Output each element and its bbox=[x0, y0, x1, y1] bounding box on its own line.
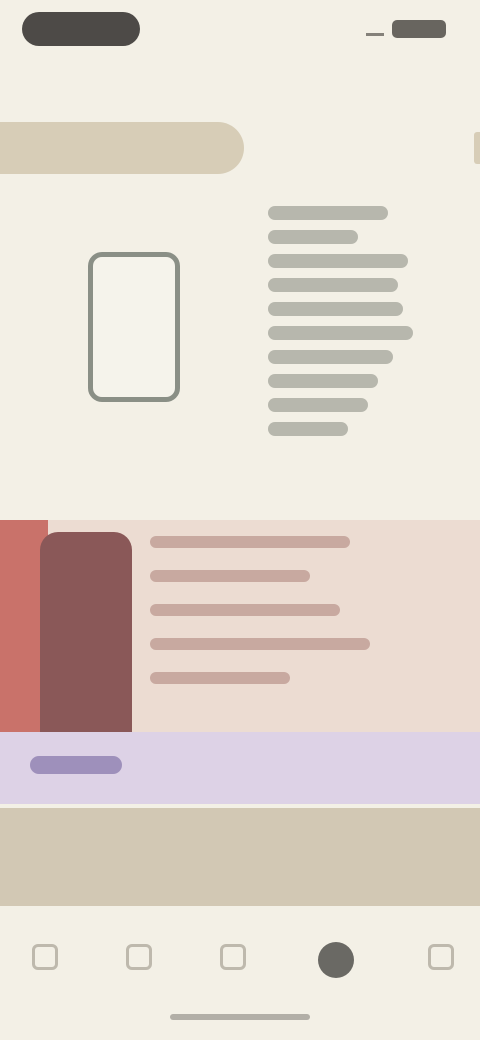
nav-icon-5[interactable] bbox=[428, 944, 454, 970]
app-brand bbox=[28, 62, 148, 100]
text-line bbox=[268, 326, 413, 340]
avatar-icon[interactable] bbox=[318, 942, 354, 978]
text-line bbox=[268, 230, 358, 244]
text-line bbox=[268, 350, 393, 364]
swatch-text bbox=[150, 536, 430, 684]
swatch-line bbox=[150, 638, 370, 650]
tab-overflow-edge bbox=[474, 132, 480, 164]
primary-action-button[interactable] bbox=[0, 808, 480, 906]
tab-secondary[interactable] bbox=[284, 122, 444, 174]
bottom-nav bbox=[0, 920, 480, 996]
text-line bbox=[268, 278, 398, 292]
status-icons bbox=[366, 20, 446, 38]
text-line bbox=[268, 398, 368, 412]
text-line bbox=[268, 254, 408, 268]
status-bar bbox=[0, 0, 480, 60]
preview-text-block bbox=[268, 206, 418, 466]
home-indicator bbox=[170, 1014, 310, 1020]
purple-option-row[interactable] bbox=[0, 732, 480, 804]
purple-option-label bbox=[30, 756, 122, 774]
text-line bbox=[268, 302, 403, 316]
tab-bar bbox=[0, 122, 480, 174]
battery-icon bbox=[392, 20, 446, 38]
nav-icon-2[interactable] bbox=[126, 944, 152, 970]
signal-icon bbox=[366, 23, 384, 36]
tab-active[interactable] bbox=[0, 122, 244, 174]
text-line bbox=[268, 374, 378, 388]
swatch-maroon[interactable] bbox=[40, 532, 132, 732]
text-line bbox=[268, 206, 388, 220]
swatch-strip bbox=[0, 520, 480, 732]
swatch-line bbox=[150, 604, 340, 616]
primary-action-label bbox=[130, 840, 340, 872]
nav-icon-3[interactable] bbox=[220, 944, 246, 970]
text-line bbox=[268, 422, 348, 436]
swatch-line bbox=[150, 536, 350, 548]
swatch-line bbox=[150, 570, 310, 582]
status-time bbox=[22, 12, 140, 46]
nav-icon-1[interactable] bbox=[32, 944, 58, 970]
swatch-line bbox=[150, 672, 290, 684]
phone-frame-icon bbox=[88, 252, 180, 402]
